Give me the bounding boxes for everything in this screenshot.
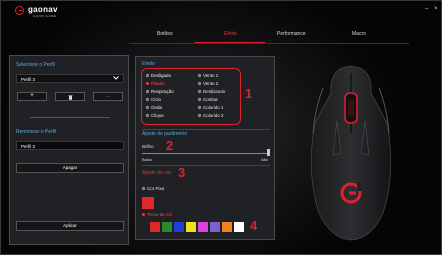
effect-title: Efeito [142,61,155,67]
slider-max-label: Alto [261,157,268,162]
brightness-label: Brilho [142,144,154,149]
radio-icon [146,98,149,102]
color-swatch-white[interactable] [234,222,244,232]
annotation-3: 3 [178,165,186,180]
divider [30,117,110,118]
radio-icon [198,74,201,78]
effect-option[interactable]: Vento 2 [198,81,218,86]
tab-divider [129,43,409,44]
close-button[interactable]: × [434,6,438,12]
plus-icon: + [30,93,34,99]
effect-option[interactable]: Colorido 2 [198,113,224,118]
annotation-4: 4 [250,218,258,233]
brightness-slider-handle[interactable] [267,149,270,156]
effect-option[interactable]: Onda [146,105,162,110]
annotation-1: 1 [245,86,253,101]
radio-icon [142,187,145,191]
radio-icon [146,114,149,118]
profile-select-value: Perfil 3 [21,76,36,82]
radio-icon [198,82,201,86]
tab-macro[interactable]: Macro [352,31,366,37]
radio-icon [198,98,201,102]
minimize-button[interactable]: – [425,6,428,12]
profile-name-input[interactable]: Perfil 3 [16,141,124,150]
tab-performance[interactable]: Performance [277,31,306,37]
effect-option-selected[interactable]: Pisada [146,81,165,86]
radio-icon [146,90,149,94]
brand-name: gaonav [28,5,58,14]
radio-icon [146,106,149,110]
fixed-color-option[interactable]: Cor Fixa [142,186,164,191]
brand-subtitle: GOOD GAME [33,14,57,18]
tab-buttons[interactable]: Botões [157,31,173,37]
radio-checked-icon [146,82,149,86]
more-icon: ··· [106,94,110,99]
radio-checked-icon [142,213,145,217]
gaonav-logo-icon [15,6,24,15]
color-swatch-yellow[interactable] [186,222,196,232]
delete-button[interactable]: Apagar [16,163,124,173]
color-title: Ajuste de cor [142,170,172,176]
more-options-button[interactable]: ··· [93,92,123,101]
rename-profile-title: Renomear o Perfil [16,129,57,135]
profile-panel: Selecione o Perfil Perfil 3 + ··· Renome… [9,55,129,245]
palette-color-option[interactable]: Troca de cor [142,212,172,217]
profile-select[interactable]: Perfil 3 [16,74,124,83]
delete-profile-button[interactable] [55,92,85,101]
effect-option[interactable]: Ciclo [146,97,161,102]
effect-option[interactable]: Respiração [146,89,174,94]
slider-min-label: Baixo [142,157,153,162]
effect-option[interactable]: Vento 1 [198,73,218,78]
effect-options-highlight: Desligado Pisada Respiração Ciclo Onda C… [141,68,241,125]
brightness-slider[interactable] [142,153,270,154]
tab-effect[interactable]: Efeito [224,31,237,37]
divider [142,165,270,166]
apply-button[interactable]: Aplicar [16,221,124,231]
mouse-illustration [301,63,401,243]
effect-option[interactable]: Desligado [146,73,171,78]
radio-icon [198,106,201,110]
tab-bar: Botões Efeito Performance Macro [129,30,409,44]
color-swatch-blue[interactable] [174,222,184,232]
parameter-title: Ajuste de parâmetro [142,131,188,137]
radio-icon [146,74,149,78]
selected-color-swatch[interactable] [142,197,154,209]
color-swatch-red[interactable] [150,222,160,232]
effect-option[interactable]: Colorido 1 [198,105,224,110]
effect-panel: Efeito Desligado Pisada Respiração Ciclo… [135,56,275,240]
radio-icon [198,114,201,118]
color-swatch-green[interactable] [162,222,172,232]
divider [142,129,270,130]
color-swatch-magenta[interactable] [198,222,208,232]
color-swatch-orange[interactable] [222,222,232,232]
title-bar: gaonav GOOD GAME – × [1,1,441,23]
color-swatch-purple[interactable] [210,222,220,232]
radio-icon [198,90,201,94]
chevron-down-icon [113,76,119,82]
add-profile-button[interactable]: + [17,92,47,101]
app-window: gaonav GOOD GAME – × Botões Efeito Perfo… [0,0,442,255]
effect-option[interactable]: Deslizando [198,89,225,94]
effect-option[interactable]: Clique [146,113,164,118]
effect-option[interactable]: Cortina [198,97,218,102]
annotation-2: 2 [166,138,174,153]
select-profile-title: Selecione o Perfil [16,62,55,68]
trash-icon [68,95,73,102]
